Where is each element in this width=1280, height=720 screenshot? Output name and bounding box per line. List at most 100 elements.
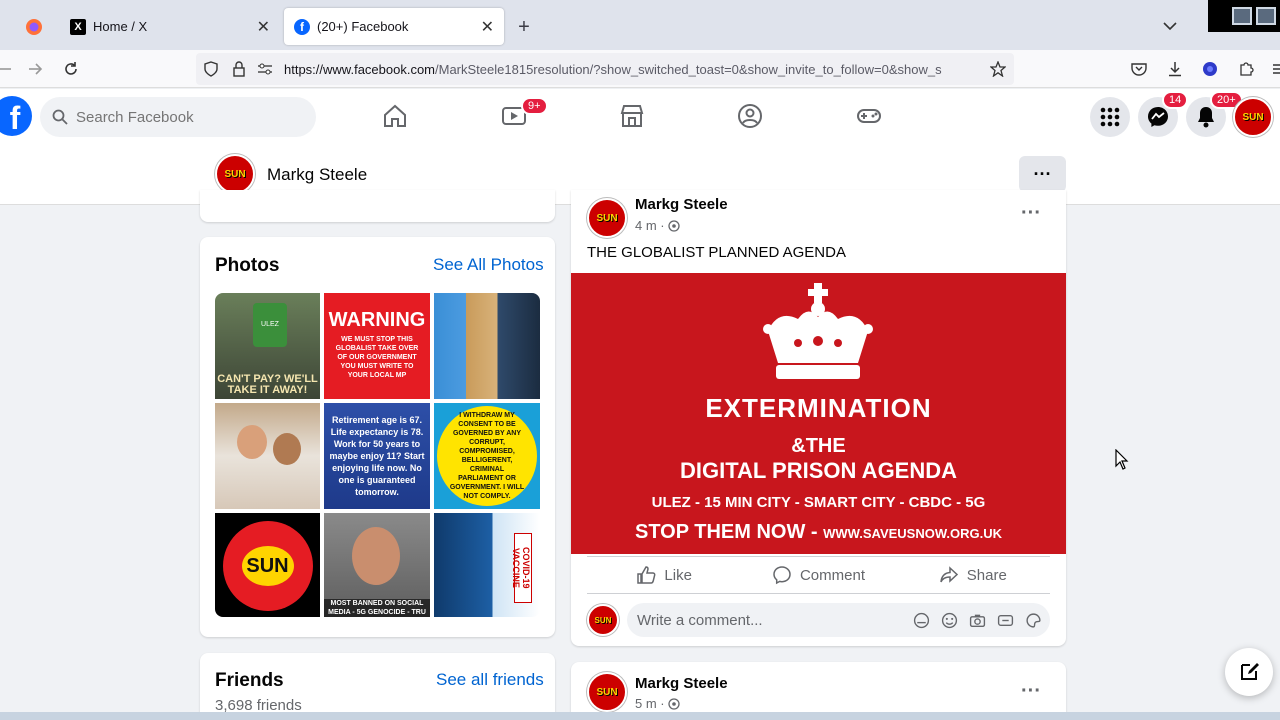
photo-tile[interactable]: COVID-19 VACCINE — [434, 513, 540, 617]
post-text: THE GLOBALIST PLANNED AGENDA — [587, 244, 846, 261]
pocket-icon[interactable] — [1129, 59, 1149, 79]
menu-icon[interactable] — [1268, 59, 1280, 79]
home-icon[interactable] — [380, 101, 410, 131]
sticker-icon[interactable] — [1025, 612, 1042, 629]
globe-icon — [667, 697, 680, 710]
post-image[interactable]: EXTERMINATION &THE DIGITAL PRISON AGENDA… — [571, 273, 1066, 554]
comment-tools — [913, 612, 1042, 629]
profile-name[interactable]: Markg Steele — [267, 165, 367, 185]
facebook-header: f 9+ 14 20+ SUN — [0, 89, 1280, 145]
crown-icon — [763, 283, 873, 379]
account-avatar[interactable]: SUN — [1233, 97, 1273, 137]
taskbar-strip — [0, 712, 1280, 720]
photos-title: Photos — [215, 255, 280, 276]
url-bar[interactable]: https://www.facebook.com/MarkSteele1815r… — [196, 53, 1014, 85]
post-actions: Like Comment Share — [587, 556, 1050, 594]
photo-tile[interactable]: WARNING WE MUST STOP THIS GLOBALIST TAKE… — [324, 293, 430, 399]
tab-title: Home / X — [93, 19, 148, 34]
more-options-button[interactable]: ··· — [1019, 156, 1066, 192]
facebook-logo-icon[interactable]: f — [0, 96, 32, 136]
download-icon[interactable] — [1165, 59, 1185, 79]
mouse-cursor-icon — [1115, 449, 1129, 470]
comment-input[interactable]: Write a comment... — [627, 603, 1050, 637]
camera-icon[interactable] — [969, 612, 986, 629]
search-input[interactable] — [76, 108, 296, 126]
groups-icon[interactable] — [735, 101, 765, 131]
new-tab-button[interactable]: + — [514, 16, 534, 38]
menu-grid-icon[interactable] — [1090, 97, 1130, 137]
gif-icon[interactable] — [997, 612, 1014, 629]
search-box[interactable] — [40, 97, 316, 137]
intro-card — [200, 190, 555, 222]
browser-nav-bar: https://www.facebook.com/MarkSteele1815r… — [0, 50, 1280, 88]
new-message-button[interactable] — [1225, 648, 1273, 696]
image-line-3: DIGITAL PRISON AGENDA — [679, 458, 958, 483]
post-time[interactable]: 5 m · — [635, 696, 680, 711]
marketplace-icon[interactable] — [617, 101, 647, 131]
emoji-icon[interactable] — [941, 612, 958, 629]
commenter-avatar[interactable]: SUN — [587, 604, 619, 636]
share-button[interactable]: Share — [896, 557, 1050, 593]
share-icon — [940, 566, 958, 583]
like-icon — [637, 566, 656, 584]
tab-title: (20+) Facebook — [317, 19, 409, 34]
photos-grid: ULEZ CAN'T PAY? WE'LL TAKE IT AWAY! WARN… — [215, 293, 540, 617]
reload-icon[interactable] — [61, 59, 81, 79]
photo-tile[interactable]: I WITHDRAW MY CONSENT TO BE GOVERNED BY … — [434, 403, 540, 509]
friends-title: Friends — [215, 670, 284, 691]
messenger-badge: 14 — [1162, 91, 1189, 109]
like-button[interactable]: Like — [587, 557, 741, 593]
close-icon[interactable]: ✕ — [481, 17, 494, 37]
ulez-sign: ULEZ — [253, 303, 287, 347]
tab-list-chevron-icon[interactable] — [1160, 16, 1180, 36]
tab-x-home[interactable]: X Home / X ✕ — [60, 8, 280, 45]
photo-tile[interactable]: MOST BANNED ON SOCIAL MEDIA - 5G GENOCID… — [324, 513, 430, 617]
post-author-name[interactable]: Markg Steele — [635, 675, 728, 692]
profile-avatar[interactable]: SUN — [215, 154, 255, 194]
url-text[interactable]: https://www.facebook.com/MarkSteele1815r… — [284, 62, 978, 77]
lock-icon[interactable] — [230, 60, 248, 78]
browser-tab-bar: X Home / X ✕ f (20+) Facebook ✕ + — [0, 0, 1280, 50]
image-line-5: STOP THEM NOW - WWW.SAVEUSNOW.ORG.UK — [634, 521, 1003, 543]
bookmark-star-icon[interactable] — [989, 60, 1007, 78]
see-all-friends-link[interactable]: See all friends — [436, 670, 544, 690]
x-logo-icon: X — [70, 18, 86, 35]
photo-tile[interactable] — [215, 403, 320, 509]
search-icon — [52, 109, 68, 125]
firefox-icon[interactable] — [24, 17, 44, 37]
post-options-icon[interactable]: ··· — [1021, 680, 1041, 703]
comment-icon — [773, 566, 791, 585]
compose-icon — [1241, 663, 1259, 680]
window-controls[interactable] — [1208, 0, 1280, 32]
see-all-photos-link[interactable]: See All Photos — [433, 255, 544, 275]
post-author-avatar[interactable]: SUN — [587, 198, 627, 238]
avatar-sticker-icon[interactable] — [913, 612, 930, 629]
image-line-4: ULEZ - 15 MIN CITY - SMART CITY - CBDC -… — [651, 494, 986, 511]
close-icon[interactable]: ✕ — [257, 17, 270, 37]
photo-tile[interactable] — [434, 293, 540, 399]
permissions-icon[interactable] — [256, 60, 274, 78]
video-badge: 9+ — [521, 97, 548, 115]
tab-facebook[interactable]: f (20+) Facebook ✕ — [284, 8, 504, 45]
photo-tile[interactable]: ULEZ CAN'T PAY? WE'LL TAKE IT AWAY! — [215, 293, 320, 399]
post-time[interactable]: 4 m · — [635, 218, 680, 233]
shield-icon[interactable] — [202, 60, 220, 78]
post-author-avatar[interactable]: SUN — [587, 672, 627, 712]
maximize-icon[interactable] — [1256, 7, 1276, 25]
comment-button[interactable]: Comment — [741, 557, 895, 593]
friends-card: Friends See all friends 3,698 friends — [200, 653, 555, 720]
facebook-favicon-icon: f — [294, 18, 310, 35]
image-line-1: EXTERMINATION — [705, 393, 932, 423]
post-options-icon[interactable]: ··· — [1021, 202, 1041, 225]
forward-arrow-icon[interactable] — [25, 59, 45, 79]
post-author-name[interactable]: Markg Steele — [635, 196, 728, 213]
photo-tile[interactable]: Retirement age is 67. Life expectancy is… — [324, 403, 430, 509]
minimize-icon[interactable] — [1232, 7, 1252, 25]
extensions-icon[interactable] — [1236, 59, 1256, 79]
image-line-2: &THE — [791, 435, 846, 457]
back-arrow-icon[interactable] — [0, 59, 14, 79]
gaming-icon[interactable] — [854, 101, 884, 131]
globe-icon — [667, 219, 680, 232]
photo-tile[interactable]: SUN — [215, 513, 320, 617]
account-icon[interactable] — [1200, 59, 1220, 79]
